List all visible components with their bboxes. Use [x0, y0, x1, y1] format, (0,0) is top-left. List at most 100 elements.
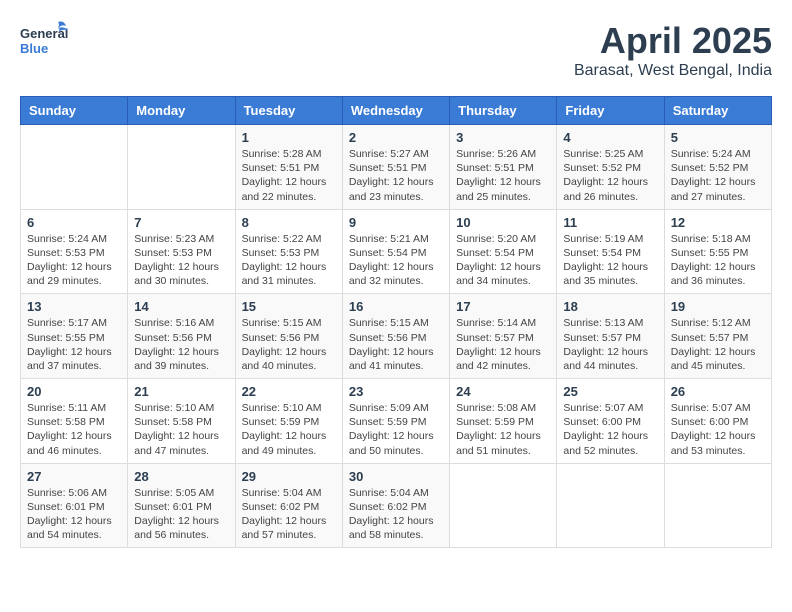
calendar-cell	[128, 125, 235, 210]
day-number: 25	[563, 384, 657, 399]
calendar-cell: 5 Sunrise: 5:24 AMSunset: 5:52 PMDaylight…	[664, 125, 771, 210]
cell-info: Sunrise: 5:11 AMSunset: 5:58 PMDaylight:…	[27, 401, 121, 458]
cell-info: Sunrise: 5:26 AMSunset: 5:51 PMDaylight:…	[456, 147, 550, 204]
cell-info: Sunrise: 5:04 AMSunset: 6:02 PMDaylight:…	[242, 486, 336, 543]
calendar-cell: 3 Sunrise: 5:26 AMSunset: 5:51 PMDaylight…	[450, 125, 557, 210]
day-number: 10	[456, 215, 550, 230]
day-number: 12	[671, 215, 765, 230]
cell-info: Sunrise: 5:08 AMSunset: 5:59 PMDaylight:…	[456, 401, 550, 458]
calendar-cell: 27 Sunrise: 5:06 AMSunset: 6:01 PMDayligh…	[21, 463, 128, 548]
calendar-cell	[450, 463, 557, 548]
calendar-week-row: 6Sunrise: 5:24 AMSunset: 5:53 PMDaylight…	[21, 209, 772, 294]
calendar-cell: 28Sunrise: 5:05 AMSunset: 6:01 PMDayligh…	[128, 463, 235, 548]
weekday-header-cell: Wednesday	[342, 97, 449, 125]
calendar-cell: 13 Sunrise: 5:17 AMSunset: 5:55 PMDayligh…	[21, 294, 128, 379]
day-number: 27	[27, 469, 121, 484]
calendar-cell	[557, 463, 664, 548]
page-header: General Blue April 2025 Barasat, West Be…	[20, 20, 772, 80]
cell-info: Sunrise: 5:24 AMSunset: 5:52 PMDaylight:…	[671, 147, 765, 204]
calendar-cell: 8Sunrise: 5:22 AMSunset: 5:53 PMDaylight…	[235, 209, 342, 294]
cell-info: Sunrise: 5:13 AMSunset: 5:57 PMDaylight:…	[563, 316, 657, 373]
calendar-cell: 16 Sunrise: 5:15 AMSunset: 5:56 PMDayligh…	[342, 294, 449, 379]
cell-info: Sunrise: 5:07 AMSunset: 6:00 PMDaylight:…	[671, 401, 765, 458]
month-title: April 2025	[574, 20, 772, 62]
day-number: 30	[349, 469, 443, 484]
cell-info: Sunrise: 5:18 AMSunset: 5:55 PMDaylight:…	[671, 232, 765, 289]
day-number: 20	[27, 384, 121, 399]
day-number: 23	[349, 384, 443, 399]
svg-text:Blue: Blue	[20, 41, 48, 56]
weekday-header-row: SundayMondayTuesdayWednesdayThursdayFrid…	[21, 97, 772, 125]
day-number: 18	[563, 299, 657, 314]
weekday-header-cell: Tuesday	[235, 97, 342, 125]
cell-info: Sunrise: 5:04 AMSunset: 6:02 PMDaylight:…	[349, 486, 443, 543]
day-number: 11	[563, 215, 657, 230]
cell-info: Sunrise: 5:07 AMSunset: 6:00 PMDaylight:…	[563, 401, 657, 458]
calendar-cell: 2 Sunrise: 5:27 AMSunset: 5:51 PMDaylight…	[342, 125, 449, 210]
day-number: 3	[456, 130, 550, 145]
weekday-header-cell: Sunday	[21, 97, 128, 125]
cell-info: Sunrise: 5:16 AMSunset: 5:56 PMDaylight:…	[134, 316, 228, 373]
calendar-cell: 7 Sunrise: 5:23 AMSunset: 5:53 PMDaylight…	[128, 209, 235, 294]
weekday-header-cell: Saturday	[664, 97, 771, 125]
cell-info: Sunrise: 5:09 AMSunset: 5:59 PMDaylight:…	[349, 401, 443, 458]
cell-info: Sunrise: 5:23 AMSunset: 5:53 PMDaylight:…	[134, 232, 228, 289]
cell-info: Sunrise: 5:14 AMSunset: 5:57 PMDaylight:…	[456, 316, 550, 373]
day-number: 9	[349, 215, 443, 230]
calendar-cell: 29Sunrise: 5:04 AMSunset: 6:02 PMDayligh…	[235, 463, 342, 548]
logo-icon: General Blue	[20, 20, 68, 60]
title-block: April 2025 Barasat, West Bengal, India	[574, 20, 772, 80]
cell-info: Sunrise: 5:27 AMSunset: 5:51 PMDaylight:…	[349, 147, 443, 204]
calendar-cell: 18 Sunrise: 5:13 AMSunset: 5:57 PMDayligh…	[557, 294, 664, 379]
cell-info: Sunrise: 5:15 AMSunset: 5:56 PMDaylight:…	[349, 316, 443, 373]
day-number: 24	[456, 384, 550, 399]
cell-info: Sunrise: 5:24 AMSunset: 5:53 PMDaylight:…	[27, 232, 121, 289]
day-number: 1	[242, 130, 336, 145]
calendar-week-row: 27 Sunrise: 5:06 AMSunset: 6:01 PMDayligh…	[21, 463, 772, 548]
cell-info: Sunrise: 5:15 AMSunset: 5:56 PMDaylight:…	[242, 316, 336, 373]
calendar-cell: 12 Sunrise: 5:18 AMSunset: 5:55 PMDayligh…	[664, 209, 771, 294]
weekday-header-cell: Thursday	[450, 97, 557, 125]
calendar-cell: 4 Sunrise: 5:25 AMSunset: 5:52 PMDaylight…	[557, 125, 664, 210]
day-number: 4	[563, 130, 657, 145]
calendar-cell: 26 Sunrise: 5:07 AMSunset: 6:00 PMDayligh…	[664, 379, 771, 464]
calendar-cell: 14Sunrise: 5:16 AMSunset: 5:56 PMDayligh…	[128, 294, 235, 379]
calendar-cell: 6Sunrise: 5:24 AMSunset: 5:53 PMDaylight…	[21, 209, 128, 294]
cell-info: Sunrise: 5:22 AMSunset: 5:53 PMDaylight:…	[242, 232, 336, 289]
calendar-cell: 20 Sunrise: 5:11 AMSunset: 5:58 PMDayligh…	[21, 379, 128, 464]
calendar-cell: 1 Sunrise: 5:28 AMSunset: 5:51 PMDaylight…	[235, 125, 342, 210]
calendar-week-row: 1 Sunrise: 5:28 AMSunset: 5:51 PMDaylight…	[21, 125, 772, 210]
calendar-cell: 25 Sunrise: 5:07 AMSunset: 6:00 PMDayligh…	[557, 379, 664, 464]
cell-info: Sunrise: 5:17 AMSunset: 5:55 PMDaylight:…	[27, 316, 121, 373]
calendar-cell: 30 Sunrise: 5:04 AMSunset: 6:02 PMDayligh…	[342, 463, 449, 548]
day-number: 17	[456, 299, 550, 314]
calendar-cell	[21, 125, 128, 210]
location: Barasat, West Bengal, India	[574, 62, 772, 80]
calendar-cell: 9 Sunrise: 5:21 AMSunset: 5:54 PMDaylight…	[342, 209, 449, 294]
calendar-week-row: 13 Sunrise: 5:17 AMSunset: 5:55 PMDayligh…	[21, 294, 772, 379]
calendar-cell	[664, 463, 771, 548]
calendar-cell: 15Sunrise: 5:15 AMSunset: 5:56 PMDayligh…	[235, 294, 342, 379]
day-number: 13	[27, 299, 121, 314]
day-number: 7	[134, 215, 228, 230]
day-number: 26	[671, 384, 765, 399]
day-number: 16	[349, 299, 443, 314]
cell-info: Sunrise: 5:06 AMSunset: 6:01 PMDaylight:…	[27, 486, 121, 543]
day-number: 2	[349, 130, 443, 145]
calendar-cell: 22Sunrise: 5:10 AMSunset: 5:59 PMDayligh…	[235, 379, 342, 464]
day-number: 5	[671, 130, 765, 145]
calendar-body: 1 Sunrise: 5:28 AMSunset: 5:51 PMDaylight…	[21, 125, 772, 548]
cell-info: Sunrise: 5:21 AMSunset: 5:54 PMDaylight:…	[349, 232, 443, 289]
logo: General Blue	[20, 20, 68, 60]
calendar-cell: 23 Sunrise: 5:09 AMSunset: 5:59 PMDayligh…	[342, 379, 449, 464]
cell-info: Sunrise: 5:10 AMSunset: 5:59 PMDaylight:…	[242, 401, 336, 458]
calendar-table: SundayMondayTuesdayWednesdayThursdayFrid…	[20, 96, 772, 548]
cell-info: Sunrise: 5:20 AMSunset: 5:54 PMDaylight:…	[456, 232, 550, 289]
calendar-cell: 21Sunrise: 5:10 AMSunset: 5:58 PMDayligh…	[128, 379, 235, 464]
calendar-cell: 10 Sunrise: 5:20 AMSunset: 5:54 PMDayligh…	[450, 209, 557, 294]
calendar-cell: 24 Sunrise: 5:08 AMSunset: 5:59 PMDayligh…	[450, 379, 557, 464]
cell-info: Sunrise: 5:12 AMSunset: 5:57 PMDaylight:…	[671, 316, 765, 373]
calendar-cell: 17 Sunrise: 5:14 AMSunset: 5:57 PMDayligh…	[450, 294, 557, 379]
cell-info: Sunrise: 5:28 AMSunset: 5:51 PMDaylight:…	[242, 147, 336, 204]
cell-info: Sunrise: 5:25 AMSunset: 5:52 PMDaylight:…	[563, 147, 657, 204]
